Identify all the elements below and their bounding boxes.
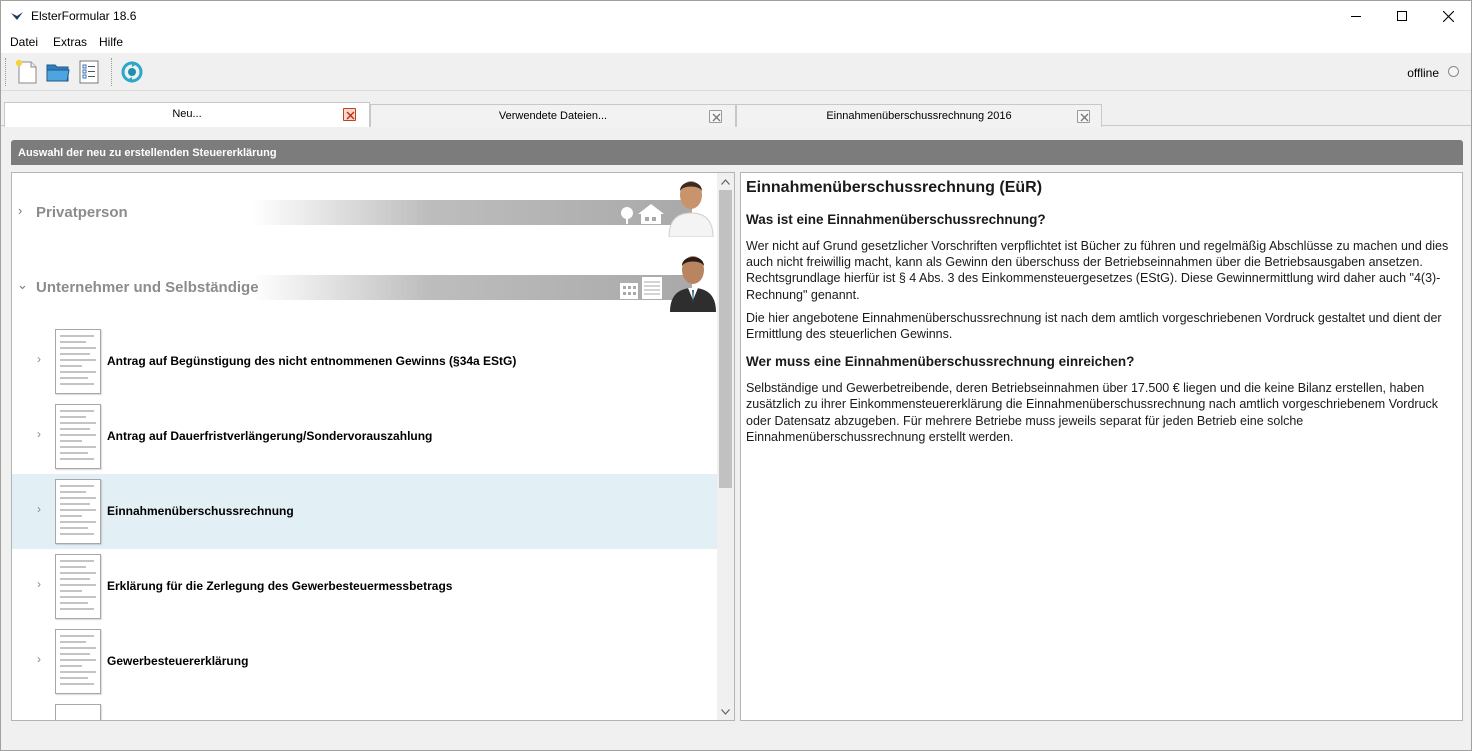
section-header: Auswahl der neu zu erstellenden Steuerer… xyxy=(11,140,1463,165)
tab-euer-2016-label: Einnahmenüberschussrechnung 2016 xyxy=(826,110,1012,122)
chevron-up-icon xyxy=(721,178,730,185)
description-paragraph: Die hier angebotene Einnahmenüberschussr… xyxy=(746,310,1442,342)
maximize-button[interactable] xyxy=(1379,1,1425,31)
chevron-down-icon: ⌄ xyxy=(17,277,28,292)
menu-bar: Datei Extras Hilfe xyxy=(1,31,1471,53)
scroll-down-button[interactable] xyxy=(717,703,734,720)
tab-neu-label: Neu... xyxy=(172,108,202,120)
title-bar: ElsterFormular 18.6 xyxy=(1,1,1471,31)
connection-status-label: offline xyxy=(1407,66,1439,80)
toolbar-grip[interactable] xyxy=(5,58,8,86)
category-privatperson[interactable]: › Privatperson xyxy=(12,173,717,243)
tab-einnahmenueberschussrechnung-2016[interactable]: Einnahmenüberschussrechnung 2016 xyxy=(736,104,1102,127)
house-tree-icon xyxy=(621,204,664,224)
minimize-button[interactable] xyxy=(1333,1,1379,31)
window-title: ElsterFormular 18.6 xyxy=(31,9,137,23)
form-thumbnail-icon xyxy=(55,329,101,394)
form-thumbnail-icon xyxy=(55,704,101,720)
new-document-button[interactable] xyxy=(14,59,40,85)
chevron-right-icon: › xyxy=(37,502,41,516)
maximize-icon xyxy=(1397,11,1407,21)
chevron-right-icon: › xyxy=(37,352,41,366)
chevron-right-icon: › xyxy=(37,577,41,591)
menu-datei[interactable]: Datei xyxy=(10,35,38,49)
toolbar-separator xyxy=(111,58,112,86)
category-unternehmer-und-selbstaendige[interactable]: ⌄ Unternehmer und Selbständige xyxy=(12,248,717,318)
form-label: Antrag auf Begünstigung des nicht entnom… xyxy=(107,354,517,368)
close-icon xyxy=(712,113,721,122)
form-thumbnail-icon xyxy=(55,479,101,544)
tax-form-tree: › Privatperson ⌄ Unternehmer und Selbstä… xyxy=(11,172,735,721)
chevron-right-icon: › xyxy=(37,652,41,666)
form-item-einnahmenueberschussrechnung[interactable]: › Einnahmenüberschussrechnung xyxy=(12,474,717,549)
elster-logo-icon xyxy=(11,12,23,20)
form-label: Erklärung für die Zerlegung des Gewerbes… xyxy=(107,579,453,593)
tab-euer-2016-close-button[interactable] xyxy=(1077,110,1090,123)
new-document-icon xyxy=(15,59,37,84)
tab-verwendete-dateien-label: Verwendete Dateien... xyxy=(498,110,608,122)
description-heading: Was ist eine Einnahmenüberschussrechnung… xyxy=(746,212,1046,227)
chevron-right-icon: › xyxy=(37,427,41,441)
private-person-avatar-icon xyxy=(668,181,714,237)
description-title: Einnahmenüberschussrechnung (EüR) xyxy=(746,179,1043,196)
tab-neu-close-button[interactable] xyxy=(343,108,356,121)
close-icon xyxy=(1442,10,1454,22)
form-description-panel: Einnahmenüberschussrechnung (EüR) Was is… xyxy=(740,172,1463,721)
app-window: ElsterFormular 18.6 Datei Extras Hilfe o… xyxy=(0,0,1472,751)
form-item-gewerbesteuererklaerung[interactable]: › Gewerbesteuererklärung xyxy=(12,624,717,699)
open-folder-button[interactable] xyxy=(45,59,71,85)
description-paragraph: Wer nicht auf Grund gesetzlicher Vorschr… xyxy=(746,239,1449,302)
chevron-down-icon xyxy=(721,708,730,715)
description-paragraph: Selbständige und Gewerbetreibende, deren… xyxy=(746,381,1439,444)
category-label: Privatperson xyxy=(36,204,128,221)
vertical-scrollbar[interactable] xyxy=(717,173,734,720)
tab-bar: Neu... Verwendete Dateien... Einnahmenüb… xyxy=(1,102,1471,127)
description-heading: Wer muss eine Einnahmenüberschussrechnun… xyxy=(746,354,1135,370)
close-icon xyxy=(346,111,355,120)
menu-extras[interactable]: Extras xyxy=(53,35,87,49)
tab-verwendete-dateien[interactable]: Verwendete Dateien... xyxy=(370,104,736,127)
toolbar: offline xyxy=(1,53,1471,91)
open-folder-icon xyxy=(46,64,70,82)
business-person-avatar-icon xyxy=(670,256,716,312)
tab-verwendete-dateien-close-button[interactable] xyxy=(709,110,722,123)
scrollbar-thumb[interactable] xyxy=(719,190,732,488)
form-list-icon xyxy=(79,60,99,84)
minimize-icon xyxy=(1351,16,1361,17)
menu-hilfe[interactable]: Hilfe xyxy=(99,35,123,49)
form-item-antrag-34a[interactable]: › Antrag auf Begünstigung des nicht entn… xyxy=(12,324,717,399)
form-thumbnail-icon xyxy=(55,629,101,694)
form-thumbnail-icon xyxy=(55,404,101,469)
category-label: Unternehmer und Selbständige xyxy=(36,279,259,296)
close-icon xyxy=(1080,113,1089,122)
scroll-up-button[interactable] xyxy=(717,173,734,190)
chevron-right-icon: › xyxy=(18,203,23,218)
form-label: Gewerbesteuererklärung xyxy=(107,654,249,668)
refresh-sync-icon xyxy=(121,61,143,83)
connection-status-indicator xyxy=(1448,66,1459,77)
form-item-partial[interactable] xyxy=(12,699,717,720)
form-item-dauerfristverlaengerung[interactable]: › Antrag auf Dauerfristverlängerung/Sond… xyxy=(12,399,717,474)
close-button[interactable] xyxy=(1425,1,1471,31)
form-label: Einnahmenüberschussrechnung xyxy=(107,504,294,518)
form-thumbnail-icon xyxy=(55,554,101,619)
form-label: Antrag auf Dauerfristverlängerung/Sonder… xyxy=(107,429,433,443)
refresh-button[interactable] xyxy=(119,59,145,85)
office-building-document-icon xyxy=(620,277,662,299)
form-list-button[interactable] xyxy=(76,59,102,85)
tab-neu[interactable]: Neu... xyxy=(4,102,370,127)
form-item-zerlegung-gewerbesteuermessbetrag[interactable]: › Erklärung für die Zerlegung des Gewerb… xyxy=(12,549,717,624)
